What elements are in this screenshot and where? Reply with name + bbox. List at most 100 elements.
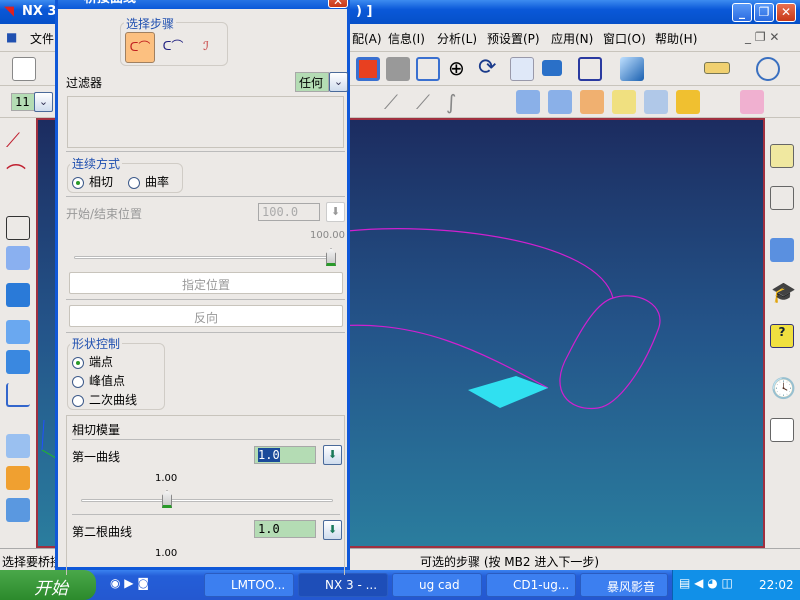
specify-position-button[interactable]: 指定位置 [69, 272, 343, 294]
dialog-close-button[interactable]: ✕ [328, 0, 348, 8]
hole-icon[interactable] [6, 283, 30, 307]
line-point-icon[interactable]: ⟋ [416, 90, 430, 114]
first-curve-value: 1.0 [258, 448, 280, 462]
radio-conic[interactable]: 二次曲线 [72, 391, 137, 408]
divider [72, 514, 340, 515]
view-orient-icon[interactable] [542, 60, 562, 76]
radio-curvature[interactable]: 曲率 [128, 173, 169, 190]
spline-icon[interactable]: ∫ [446, 90, 456, 114]
minimize-button[interactable]: _ [732, 3, 752, 22]
filter-select[interactable]: 任何 [295, 72, 329, 92]
trim-icon[interactable] [676, 90, 700, 114]
layer-select[interactable]: 11 [11, 93, 35, 111]
offset-surface-icon[interactable] [644, 90, 668, 114]
divider [66, 196, 345, 197]
radio-tangent[interactable]: 相切 [72, 173, 113, 190]
pan-icon[interactable] [510, 57, 534, 81]
menu-window[interactable]: 窗口(O) [603, 30, 646, 47]
menu-preferences[interactable]: 预设置(P) [487, 30, 540, 47]
fit-view-icon[interactable] [356, 57, 380, 81]
sketch-icon[interactable] [6, 216, 30, 240]
tray-icons[interactable]: ▤ ◀ ◕ ◫ [679, 576, 733, 590]
menu-file[interactable]: 文件 [30, 30, 54, 47]
zoom-in-out-icon[interactable]: ⊕ [448, 56, 465, 80]
menu-application[interactable]: 应用(N) [551, 30, 593, 47]
layer-dropdown-icon[interactable]: ⌄ [34, 92, 53, 112]
first-curve-label: 第一曲线 [72, 450, 121, 464]
status-prompt: 选择要桥接 [2, 555, 63, 569]
radio-curvature-label: 曲率 [145, 175, 170, 189]
roles-icon[interactable] [770, 418, 794, 442]
extension-icon[interactable] [612, 90, 636, 114]
surface-patch [468, 376, 548, 408]
shape-control-label: 形状控制 [70, 335, 123, 352]
clock: 22:02 [759, 578, 794, 592]
quick-launch-icons[interactable]: ◉ ▶ ◙ [110, 576, 149, 590]
zoom-window-icon[interactable] [386, 57, 410, 81]
position-menu-icon[interactable]: ⬇ [326, 202, 345, 222]
menu-help[interactable]: 帮助(H) [655, 30, 697, 47]
position-input[interactable]: 100.0 [258, 203, 320, 221]
datum-csys-icon[interactable] [6, 383, 30, 407]
first-curve-menu-icon[interactable]: ⬇ [323, 445, 342, 465]
cylinder-icon[interactable] [6, 350, 30, 374]
through-curves-icon[interactable] [548, 90, 572, 114]
zoom-area-icon[interactable] [416, 57, 440, 81]
app-menu-icon: ■ [6, 30, 18, 44]
selection-list[interactable] [67, 96, 344, 148]
training-icon[interactable]: 🎓 [771, 280, 796, 304]
unite-icon[interactable] [6, 434, 30, 458]
menu-info[interactable]: 信息(I) [388, 30, 425, 47]
ruled-surface-icon[interactable] [516, 90, 540, 114]
task-cd1[interactable]: CD1-ug... [486, 573, 576, 597]
subtract-icon[interactable] [6, 466, 30, 490]
reverse-button[interactable]: 反向 [69, 305, 343, 327]
position-label: 开始/结束位置 [66, 207, 143, 221]
resource-bar: 🎓 ? 🕓 [765, 118, 800, 548]
history-icon[interactable]: 🕓 [771, 376, 796, 400]
task-nx3[interactable]: NX 3 - ... [298, 573, 388, 597]
position-slider-thumb[interactable] [326, 248, 336, 266]
first-curve-slider-track[interactable] [81, 499, 333, 502]
assembly-navigator-icon[interactable] [770, 144, 794, 168]
second-curve-step-icon[interactable]: ᑕ⌒ [158, 32, 188, 63]
block-icon[interactable] [6, 320, 30, 344]
intersect-icon[interactable] [6, 498, 30, 522]
continuity-label: 连续方式 [70, 155, 123, 172]
first-curve-input[interactable]: 1.0 [254, 446, 316, 464]
close-button[interactable]: ✕ [776, 3, 796, 22]
second-curve-input[interactable]: 1.0 [254, 520, 316, 538]
rotate-icon[interactable]: ⟳ [478, 55, 496, 80]
edit-surface-icon[interactable] [740, 90, 764, 114]
radio-icon [72, 356, 84, 369]
second-curve-menu-icon[interactable]: ⬇ [323, 520, 342, 540]
part-navigator-icon[interactable] [770, 186, 794, 210]
radio-icon [128, 176, 140, 189]
help-icon[interactable]: ? [770, 324, 794, 348]
line-icon[interactable]: ⟋ [384, 90, 398, 114]
first-curve-step-icon[interactable]: ᑕ⌒ [125, 32, 155, 63]
arc-tool-icon[interactable]: ⌒ [6, 158, 26, 187]
new-file-icon[interactable] [12, 57, 36, 81]
extrude-icon[interactable] [6, 246, 30, 270]
wireframe-icon[interactable] [578, 57, 602, 81]
shaded-icon[interactable] [620, 57, 644, 81]
radio-end-point[interactable]: 端点 [72, 353, 113, 370]
filter-dropdown-icon[interactable]: ⌄ [329, 72, 348, 92]
line-tool-icon[interactable]: ⟋ [6, 128, 20, 152]
radio-peak-point[interactable]: 峰值点 [72, 372, 125, 389]
analysis-icon[interactable] [756, 57, 780, 81]
task-lmtoo[interactable]: LMTOO... [204, 573, 294, 597]
divider [66, 151, 345, 152]
task-player[interactable]: 暴风影音 [580, 573, 668, 597]
task-ugcad[interactable]: ug cad [392, 573, 482, 597]
drag-point-step-icon[interactable]: ℐ [191, 32, 221, 63]
menu-assembly[interactable]: 配(A) [352, 30, 382, 47]
measure-icon[interactable] [704, 62, 730, 74]
position-slider-track[interactable] [74, 256, 336, 259]
doc-window-controls[interactable]: _ ❐ ✕ [745, 30, 779, 44]
web-browser-icon[interactable] [770, 238, 794, 262]
swept-icon[interactable] [580, 90, 604, 114]
restore-button[interactable]: ❐ [754, 3, 774, 22]
menu-analysis[interactable]: 分析(L) [437, 30, 477, 47]
